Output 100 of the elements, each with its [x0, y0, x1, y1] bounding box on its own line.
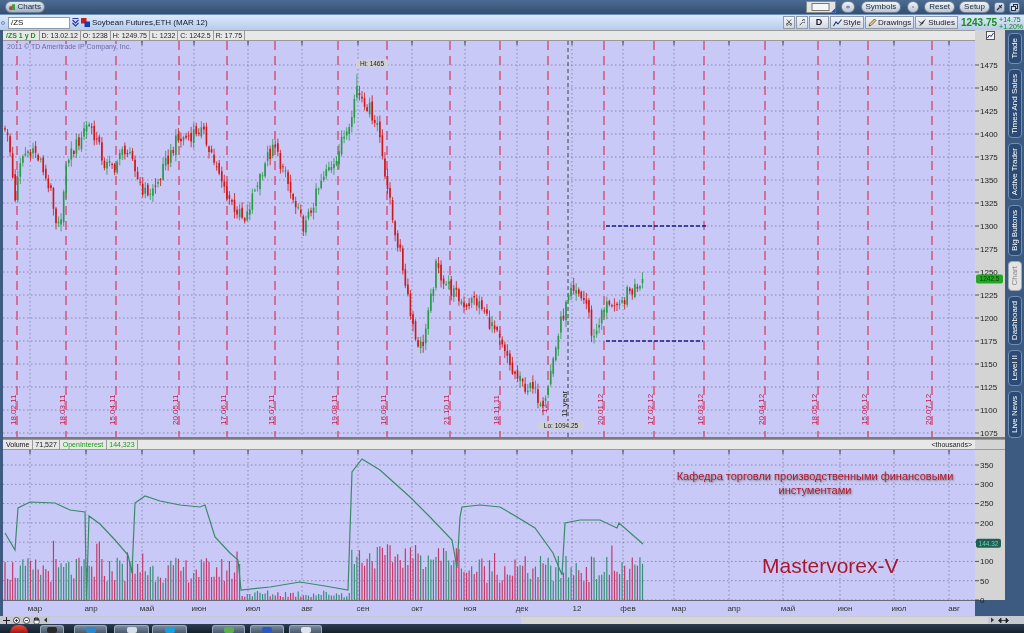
date-label: 18.05.12 [809, 393, 819, 425]
pen-icon [918, 18, 928, 27]
zoom-in-icon[interactable] [13, 616, 20, 624]
month-label: мар [27, 604, 43, 613]
month-label: фев [620, 604, 636, 613]
date-label: 17.06.11 [218, 394, 228, 425]
scissors-button[interactable] [783, 16, 796, 29]
hand-icon[interactable] [33, 616, 40, 624]
side-tab[interactable]: Active Trader [1007, 143, 1022, 201]
axis-label: 0 [980, 595, 985, 605]
setup-button[interactable]: Setup [959, 1, 990, 13]
month-label: июл [891, 604, 907, 613]
zoom-out-icon[interactable] [23, 616, 30, 624]
taskbar-button[interactable] [212, 625, 245, 633]
layout-button[interactable] [805, 1, 836, 13]
month-label: июн [837, 604, 853, 613]
month-label: сен [356, 604, 370, 613]
side-tab[interactable]: Live News [1007, 390, 1022, 438]
line-chart-icon[interactable] [985, 31, 995, 40]
axis-label: 1200 [980, 313, 998, 323]
date-label: 20.01.12 [595, 393, 605, 425]
axis-label: 1375 [980, 152, 998, 162]
squares-icon[interactable] [81, 18, 90, 27]
taskbar-button[interactable] [114, 625, 149, 633]
ring-icon [1, 20, 5, 25]
annotation-text: Кафедра торговли производственными финансовыми инстументами [675, 469, 955, 497]
date-label: 20.04.12 [756, 393, 766, 425]
axis-label: 1425 [980, 106, 998, 116]
axis-label: 1175 [980, 336, 998, 346]
symbol-field[interactable]: /ZS [8, 16, 70, 29]
side-tab[interactable]: Level II [1007, 350, 1022, 386]
drawings-button[interactable]: Drawings [864, 16, 915, 29]
month-label: май [139, 604, 155, 613]
expand-icon[interactable] [998, 616, 1009, 624]
date-label: 18.02.11 [8, 394, 18, 425]
axis-label: 1400 [980, 129, 998, 139]
date-label: 20.05.11 [170, 394, 180, 425]
side-tab[interactable]: Dashboard [1007, 295, 1022, 346]
app-icon [223, 627, 234, 633]
side-tab[interactable]: Big Buttons [1007, 205, 1022, 257]
line-chart-icon [833, 18, 843, 27]
app-icon [47, 627, 57, 633]
restore-button[interactable] [1009, 1, 1020, 13]
right-arrow-icon[interactable] [990, 617, 995, 623]
signature-text: Mastervorex-V [762, 554, 899, 578]
month-label: дек [515, 604, 529, 613]
device-button[interactable] [907, 1, 920, 13]
wrench-button[interactable] [796, 16, 809, 29]
link-button[interactable] [840, 1, 855, 13]
style-button[interactable]: Style [830, 16, 864, 29]
month-label: апр [727, 604, 741, 613]
date-label: 18.11.11 [491, 395, 501, 425]
reset-button[interactable]: Reset [924, 1, 956, 13]
axis-label: 1225 [980, 290, 998, 300]
scrollbar-thumb[interactable] [50, 616, 521, 624]
axis-label: 250 [980, 499, 994, 509]
axis-label: 1350 [980, 175, 998, 185]
double-arrow-icon[interactable] [72, 18, 79, 27]
taskbar-button[interactable] [40, 625, 64, 633]
symbol-description: Soybean Futures,ETH (MAR 12) [92, 17, 208, 28]
side-tab[interactable]: Trade [1007, 33, 1022, 64]
month-label: июн [191, 604, 207, 613]
side-tab[interactable]: Times And Sales [1007, 68, 1022, 139]
axis-label: 1075 [980, 428, 998, 437]
taskbar-button[interactable] [74, 625, 107, 633]
month-label: июл [245, 604, 261, 613]
taskbar-button[interactable] [152, 625, 187, 633]
taskbar-button[interactable] [289, 625, 322, 633]
date-label: 15.04.11 [107, 394, 117, 425]
taskbar-button[interactable] [250, 625, 284, 633]
axis-label: 50 [980, 576, 989, 586]
axis-label: 300 [980, 480, 994, 490]
date-label: 19.08.11 [329, 394, 339, 425]
last-price: 1243.75 [960, 16, 998, 29]
month-label: авг [948, 604, 960, 613]
studies-button[interactable]: Studies [915, 16, 958, 29]
app-icon [85, 627, 96, 633]
app-icon [262, 627, 272, 633]
axis-label: 1450 [980, 83, 998, 93]
pin-icon [996, 3, 1003, 11]
month-label: 12 [572, 604, 582, 613]
date-label: 15.06.12 [859, 393, 869, 425]
date-label: 17.02.12 [645, 393, 655, 425]
start-button[interactable] [10, 625, 28, 633]
month-label: ноя [463, 604, 477, 613]
aggregation-button[interactable]: D [809, 16, 830, 29]
axis-label: 100 [980, 557, 994, 567]
period-label: 11 year [559, 390, 569, 417]
left-arrow-icon[interactable] [43, 617, 48, 623]
window-icon [805, 1, 836, 13]
charts-tab[interactable]: Charts [5, 1, 45, 13]
month-label: окт [411, 604, 423, 613]
axis-label: 1150 [980, 359, 998, 369]
pin-button[interactable] [994, 1, 1005, 13]
symbols-button[interactable]: Symbols [860, 1, 902, 13]
month-label: май [780, 604, 796, 613]
crosshair-icon[interactable] [3, 616, 10, 624]
date-label: 16.03.12 [695, 393, 705, 425]
month-label: авг [301, 604, 313, 613]
date-label: 15.07.11 [266, 394, 276, 425]
